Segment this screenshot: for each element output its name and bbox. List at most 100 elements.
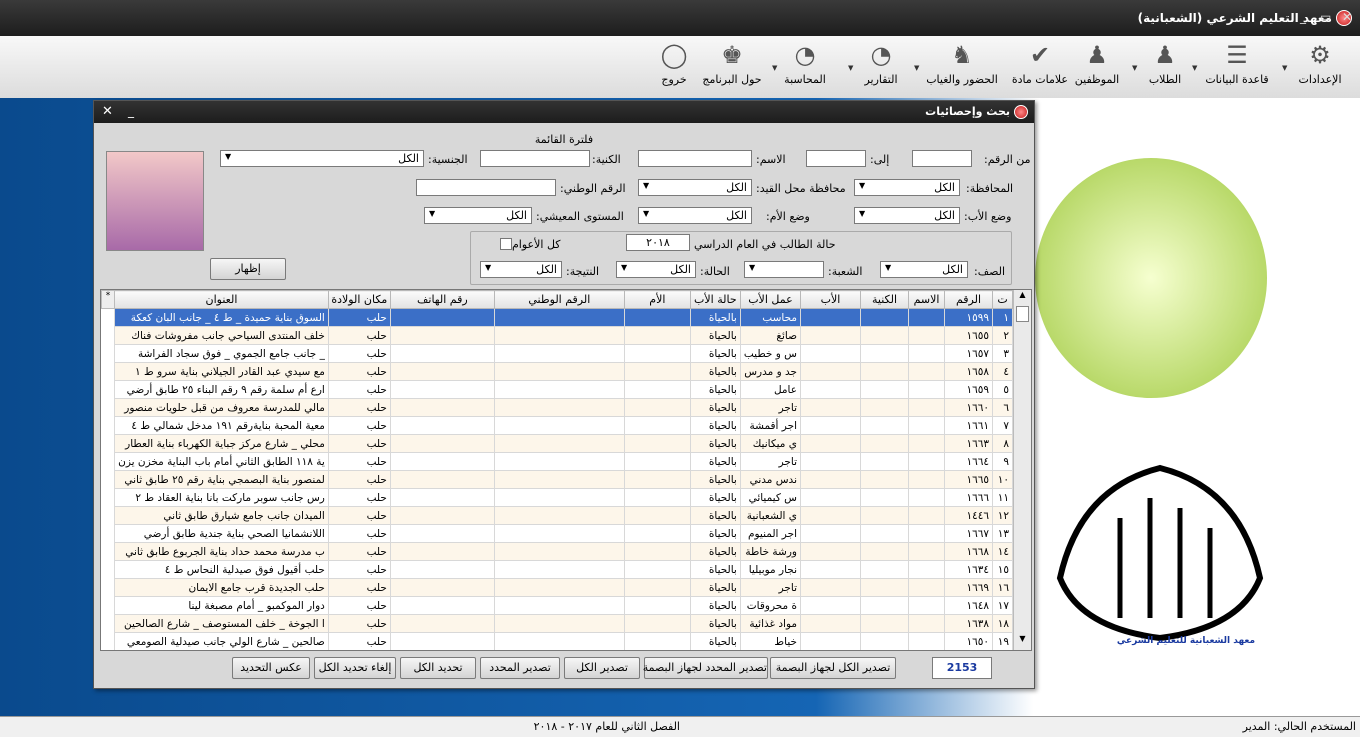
- table-row[interactable]: خلف المنتدى السياحي جانب مفروشات فناك حلب…: [114, 326, 1013, 345]
- show-button[interactable]: إظهار: [210, 258, 286, 280]
- column-header[interactable]: رقم الهاتف: [389, 290, 495, 309]
- table-row[interactable]: رس جانب سوبر ماركت بانا بناية العقاد ط ٢…: [114, 488, 1013, 507]
- ribbon-employees-button[interactable]: ♟ الموظفين: [1070, 40, 1124, 94]
- ribbon-exit-button[interactable]: ◯ خروج: [654, 40, 694, 94]
- table-row[interactable]: ب مدرسة محمد حداد بناية الجربوع طابق ثان…: [114, 542, 1013, 561]
- table-row[interactable]: الميدان جانب جامع شيارق طابق ثاني حلب بالح…: [114, 506, 1013, 525]
- status-select[interactable]: ▼ الكل: [616, 261, 696, 278]
- column-header[interactable]: الأب: [800, 290, 861, 309]
- restore-button[interactable]: ▭: [1320, 10, 1331, 24]
- national-id-input[interactable]: [416, 179, 556, 196]
- scroll-down-icon[interactable]: ▼: [1014, 634, 1031, 650]
- name-input[interactable]: [638, 150, 752, 167]
- grid-vertical-scrollbar[interactable]: ▲ ▼: [1013, 290, 1031, 650]
- table-cell: [800, 326, 861, 345]
- table-cell: ١٦٦٣: [944, 434, 993, 453]
- table-row[interactable]: _ جانب جامع الجموي _ فوق سجاد الفراشة حلب…: [114, 344, 1013, 363]
- section-select[interactable]: ▼: [744, 261, 824, 278]
- table-row[interactable]: دوار الموكمبو _ أمام مصبغة لينا حلب بالحيا…: [114, 596, 1013, 615]
- ribbon-database-button[interactable]: ☰ قاعدة البيانات ▼: [1192, 40, 1274, 94]
- table-cell: [389, 452, 495, 471]
- table-cell: [800, 542, 861, 561]
- table-row[interactable]: ية ١١٨ الطابق الثاني أمام باب البناية مخ…: [114, 452, 1013, 471]
- ribbon-reports-button[interactable]: ◔ التقارير ▼: [848, 40, 906, 94]
- table-cell: [389, 344, 495, 363]
- table-row[interactable]: مع سيدي عبد القادر الجيلاني بناية سرو ط …: [114, 362, 1013, 381]
- table-row[interactable]: حلب أقيول فوق صيدلية النحاس ط ٤ حلب بالحيا…: [114, 560, 1013, 579]
- table-cell: [908, 596, 945, 615]
- table-cell: حلب: [327, 632, 391, 650]
- reg-governorate-select[interactable]: ▼ الكل: [638, 179, 752, 196]
- father-status-select[interactable]: ▼ الكل: [854, 207, 960, 224]
- table-cell: ١٦٥٨: [944, 362, 993, 381]
- dialog-close-icon[interactable]: ✕: [102, 104, 113, 119]
- table-row[interactable]: صالحين _ شارع الولي جانب صيدلية الصومعي ح…: [114, 632, 1013, 650]
- column-header[interactable]: الكنية: [860, 290, 909, 309]
- column-header[interactable]: الرقم الوطني: [493, 290, 625, 309]
- table-cell: [623, 488, 691, 507]
- scroll-thumb[interactable]: [1016, 306, 1029, 322]
- result-select[interactable]: ▼ الكل: [480, 261, 562, 278]
- table-row[interactable]: ا الجوخة _ خلف المستوصف _ شارع الصالحين ح…: [114, 614, 1013, 633]
- table-cell: [389, 632, 495, 650]
- nationality-select[interactable]: ▼ الكل: [220, 150, 424, 167]
- students-grid[interactable]: العنوان مكان الولادة رقم الهاتف الرقم الوطن…: [100, 289, 1032, 651]
- table-row[interactable]: لمنصور بناية البصمجي بناية رقم ٢٥ طابق ث…: [114, 470, 1013, 489]
- ribbon-grades-button[interactable]: ✔ علامات مادة: [1012, 40, 1068, 94]
- calligraphy-logo-image: [1056, 464, 1264, 642]
- table-row[interactable]: ارع أم سلمة رقم ٩ رقم البناء ٢٥ طابق أرض…: [114, 380, 1013, 399]
- table-row[interactable]: مالي للمدرسة معروف من قبل حلويات منصور حل…: [114, 398, 1013, 417]
- column-header[interactable]: مكان الولادة: [327, 290, 391, 309]
- table-cell: ب مدرسة محمد حداد بناية الجربوع طابق ثان…: [114, 542, 329, 561]
- deselect-all-button[interactable]: إلغاء تحديد الكل: [314, 657, 396, 679]
- table-cell: تاجر: [739, 452, 802, 471]
- mother-status-select[interactable]: ▼ الكل: [638, 207, 752, 224]
- ribbon-about-button[interactable]: ♚ حول البرنامج: [698, 40, 766, 94]
- living-level-select[interactable]: ▼ الكل: [424, 207, 532, 224]
- column-header[interactable]: الأم: [623, 290, 691, 309]
- table-row[interactable]: معية المحبة بنايةرقم ١٩١ مدخل شمالي ط ٤ح…: [114, 416, 1013, 435]
- ribbon-attendance-button[interactable]: ♞ الحضور والغياب ▼: [914, 40, 1002, 94]
- table-cell: رس جانب سوبر ماركت بانا بناية العقاد ط ٢: [114, 488, 329, 507]
- minimize-button[interactable]: _: [1300, 10, 1306, 24]
- table-row[interactable]: محلي _ شارع مركز جباية الكهرباء بناية ال…: [114, 434, 1013, 453]
- current-term: الفصل الثاني للعام ٢٠١٧ - ٢٠١٨: [533, 720, 680, 733]
- select-all-button[interactable]: تحديد الكل: [400, 657, 476, 679]
- table-cell: ١٢: [992, 506, 1013, 525]
- governorate-select[interactable]: ▼ الكل: [854, 179, 960, 196]
- export-all-button[interactable]: تصدير الكل: [564, 657, 640, 679]
- export-selected-button[interactable]: تصدير المحدد: [480, 657, 560, 679]
- column-header[interactable]: الرقم: [944, 290, 993, 309]
- to-number-input[interactable]: [806, 150, 866, 167]
- export-all-fingerprint-button[interactable]: تصدير الكل لجهاز البصمة: [770, 657, 896, 679]
- column-header[interactable]: ت: [992, 290, 1013, 309]
- year-input[interactable]: ٢٠١٨: [626, 234, 690, 251]
- class-select[interactable]: ▼ الكل: [880, 261, 968, 278]
- column-header[interactable]: العنوان: [114, 290, 329, 309]
- attendance-icon: ♞: [951, 41, 973, 69]
- table-row[interactable]: اللانشمانيا الصحي بناية جندية طابق أرضي ح…: [114, 524, 1013, 543]
- table-cell: حلب: [327, 542, 391, 561]
- all-years-checkbox[interactable]: [500, 238, 512, 250]
- search-stats-dialog: بحث وإحصائيات ✕ _ فلترة القائمة من الرقم…: [93, 100, 1035, 689]
- table-cell: ١٦٦٩: [944, 578, 993, 597]
- table-row[interactable]: السوق بناية حميدة _ ط ٤ _ جانب البان كعك…: [114, 308, 1013, 327]
- ribbon-settings-button[interactable]: ⚙ الإعدادات ▼: [1282, 40, 1350, 94]
- column-header[interactable]: الاسم: [908, 290, 945, 309]
- column-header[interactable]: عمل الأب: [739, 290, 802, 309]
- ribbon-students-button[interactable]: ♟ الطلاب ▼: [1132, 40, 1190, 94]
- to-label: إلى:: [870, 153, 890, 166]
- dialog-minimize-icon[interactable]: _: [128, 104, 134, 118]
- table-row[interactable]: حلب الجديدة قرب جامع الايمان حلب بالحياة تا…: [114, 578, 1013, 597]
- table-cell: حلب: [327, 416, 391, 435]
- table-cell: [389, 308, 495, 327]
- export-selected-fingerprint-button[interactable]: تصدير المحدد لجهاز البصمة: [643, 657, 768, 679]
- from-number-input[interactable]: [912, 150, 972, 167]
- column-header[interactable]: حالة الأب: [689, 290, 741, 309]
- table-cell: [623, 596, 691, 615]
- invert-selection-button[interactable]: عكس التحديد: [232, 657, 310, 679]
- scroll-up-icon[interactable]: ▲: [1014, 290, 1031, 306]
- ribbon-accounting-button[interactable]: ◔ المحاسبة ▼: [772, 40, 830, 94]
- close-button[interactable]: ✕: [1342, 10, 1352, 24]
- nickname-input[interactable]: [480, 150, 590, 167]
